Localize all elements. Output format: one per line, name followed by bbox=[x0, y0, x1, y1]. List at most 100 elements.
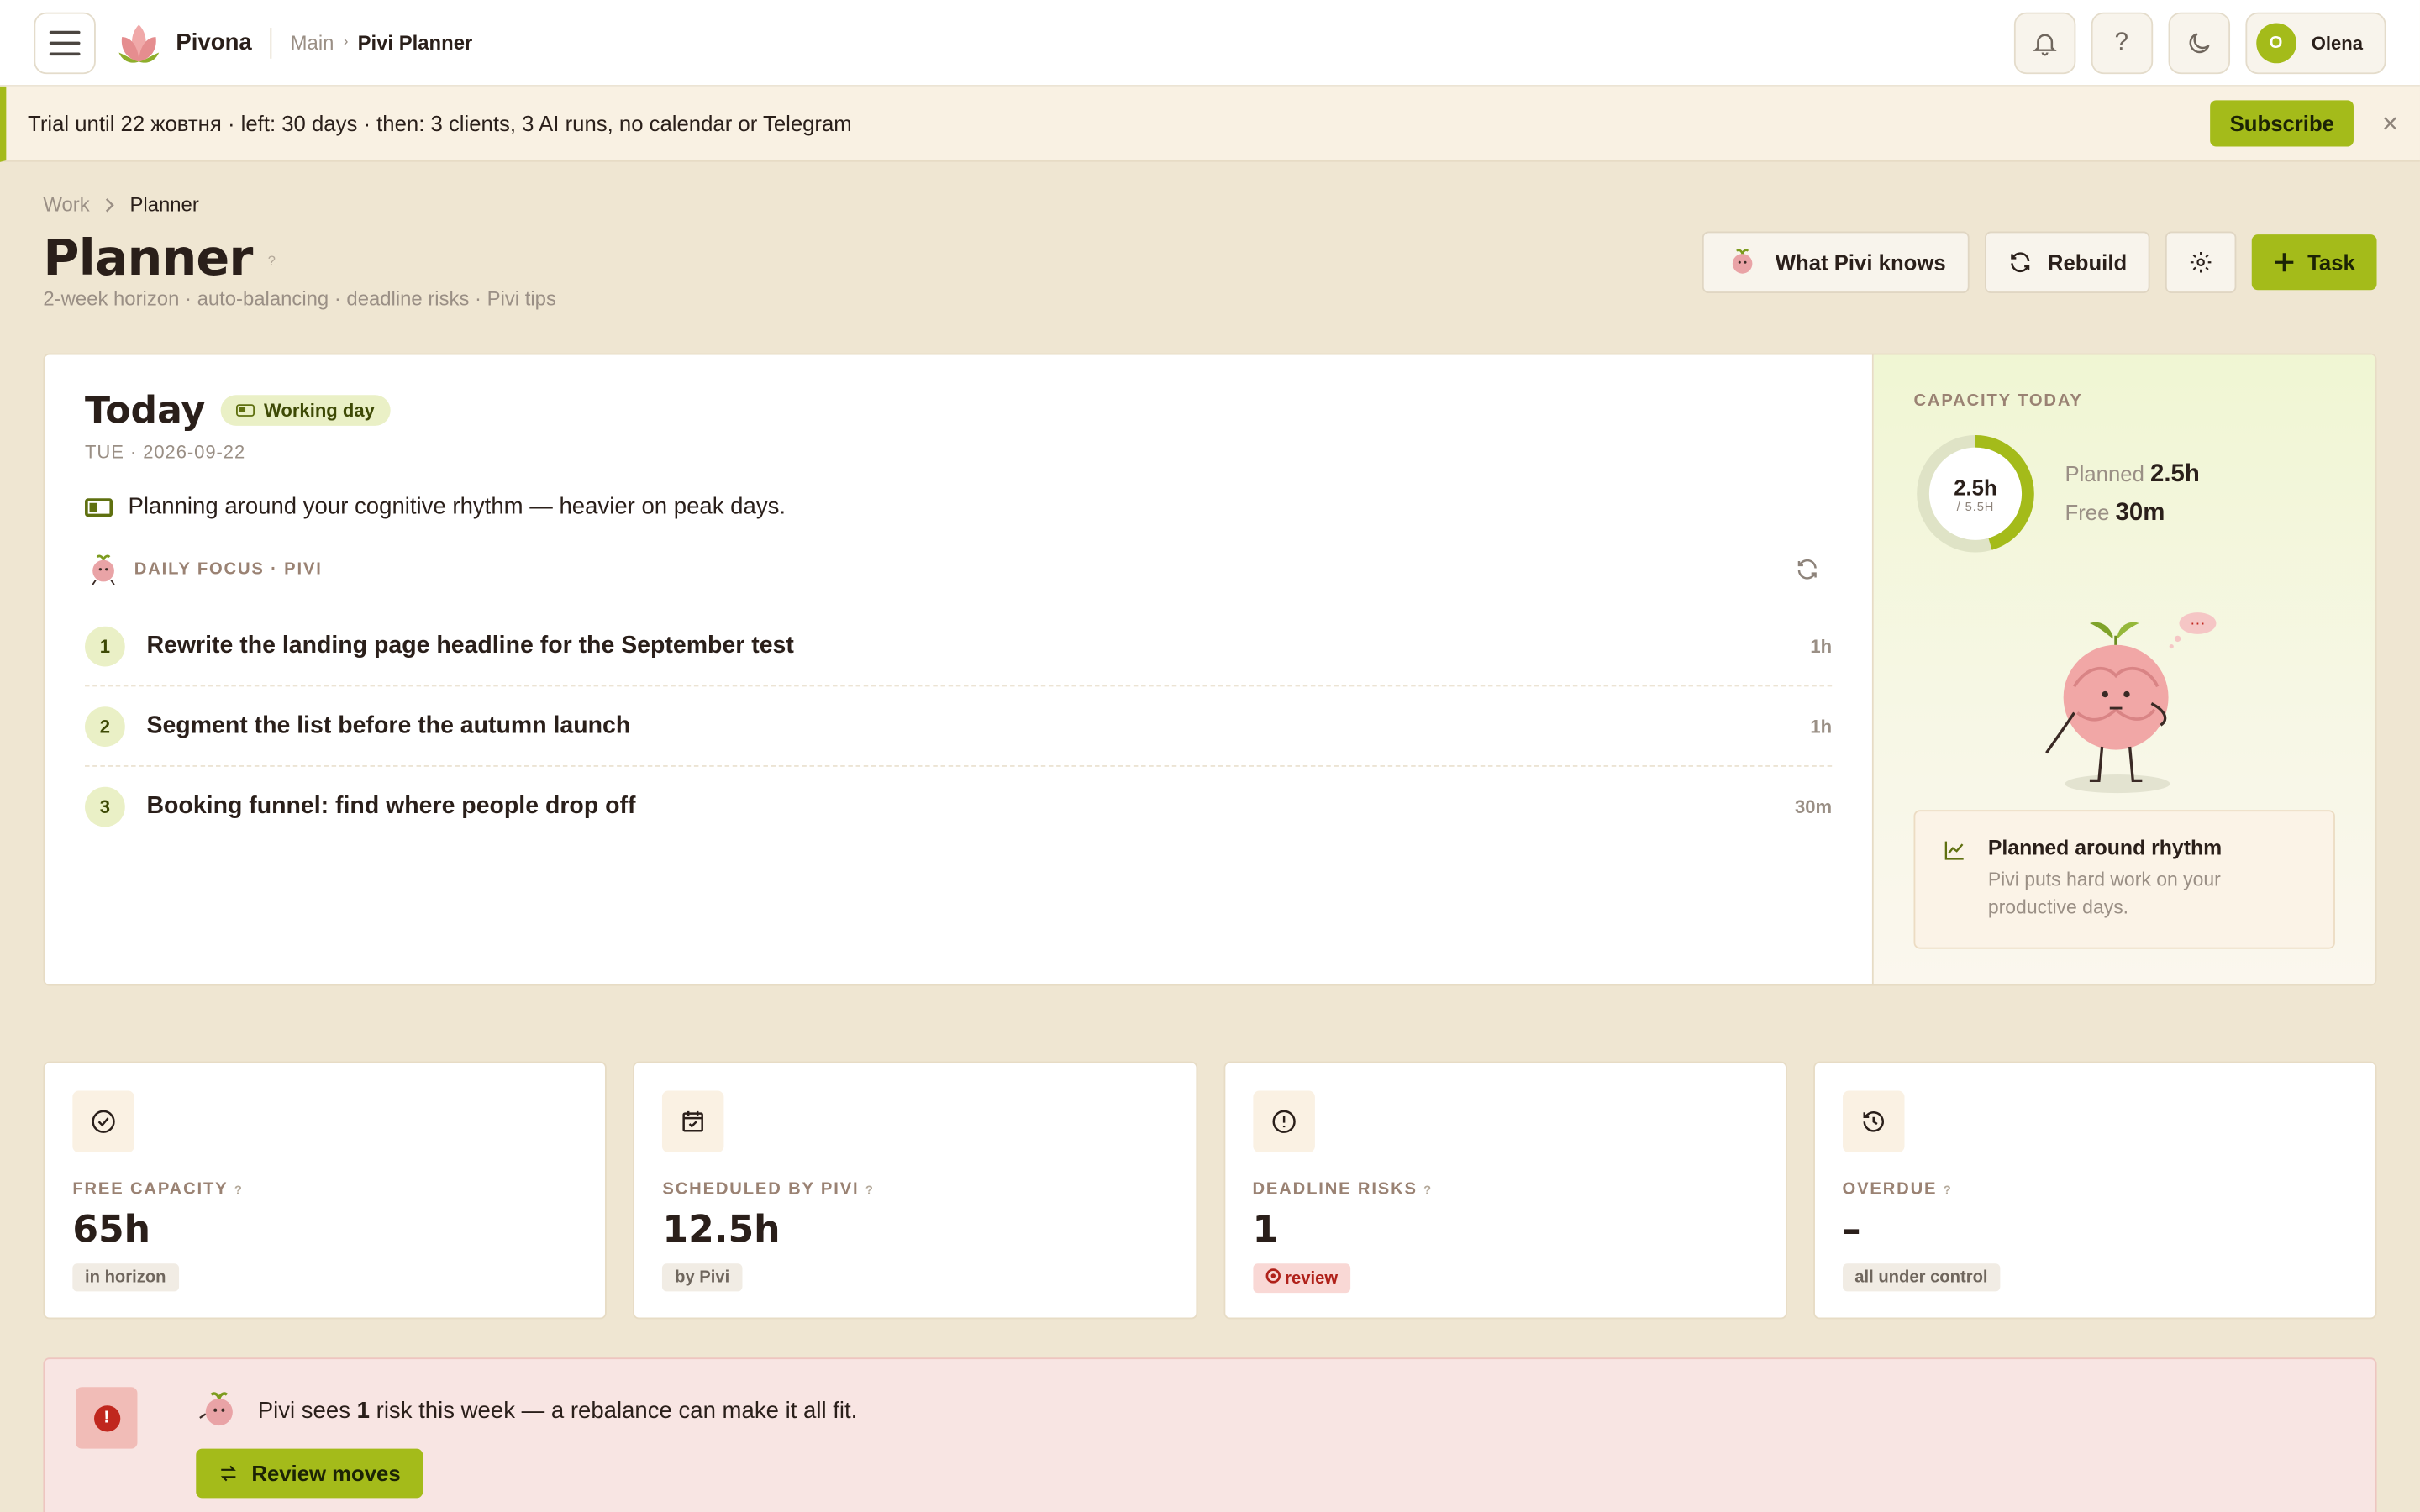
stat-tag: by Pivi bbox=[662, 1263, 742, 1292]
chevron-right-icon: › bbox=[343, 34, 349, 51]
task-number: 1 bbox=[85, 625, 125, 666]
stat-tag-review[interactable]: review bbox=[1252, 1263, 1350, 1294]
task-number: 3 bbox=[85, 786, 125, 827]
user-menu[interactable]: O Olena bbox=[2244, 11, 2386, 74]
help-icon[interactable]: ? bbox=[865, 1184, 875, 1198]
stat-value: 65h bbox=[72, 1208, 151, 1252]
risk-text: Pivi sees 1 risk this week — a rebalance… bbox=[258, 1397, 858, 1423]
task-duration: 30m bbox=[1795, 795, 1833, 818]
rhythm-note: Planning around your cognitive rhythm — … bbox=[85, 494, 1832, 520]
rhythm-note-text: Planning around your cognitive rhythm — … bbox=[128, 493, 786, 520]
trial-banner: Trial until 22 жовтня · left: 30 days · … bbox=[0, 86, 2420, 162]
focus-task[interactable]: 2 Segment the list before the autumn lau… bbox=[85, 686, 1832, 767]
task-duration: 1h bbox=[1810, 634, 1833, 657]
task-number: 2 bbox=[85, 706, 125, 747]
stat-label: FREE CAPACITY? bbox=[72, 1180, 577, 1199]
avatar: O bbox=[2255, 22, 2296, 63]
review-moves-label: Review moves bbox=[251, 1461, 401, 1486]
mascot-bubble: ··· bbox=[2190, 614, 2205, 632]
what-pivi-knows-button[interactable]: What Pivi knows bbox=[1702, 231, 1970, 293]
stat-card-scheduled[interactable]: SCHEDULED BY PIVI? 12.5h by Pivi bbox=[633, 1061, 1197, 1320]
logo[interactable]: Pivona bbox=[114, 18, 252, 67]
top-crumb-main[interactable]: Main bbox=[291, 31, 334, 55]
stat-value: – bbox=[1842, 1208, 1861, 1252]
swap-icon bbox=[220, 1465, 236, 1482]
focus-task[interactable]: 1 Rewrite the landing page headline for … bbox=[85, 606, 1832, 687]
add-task-label: Task bbox=[2307, 249, 2355, 275]
today-panel: Today Working day TUE · 2026-09-22 Plann… bbox=[45, 354, 1872, 984]
top-crumb-current: Pivi Planner bbox=[357, 30, 473, 55]
pivi-mascot-illustration: ··· bbox=[2045, 612, 2217, 794]
title-help-icon[interactable]: ? bbox=[268, 253, 276, 268]
pivi-mascot-icon bbox=[92, 554, 115, 585]
app-root: Pivona Main › Pivi Planner ? O Olena Tri… bbox=[0, 0, 2420, 1512]
rhythm-box-text: Pivi puts hard work on your productive d… bbox=[1987, 869, 2221, 918]
alert-icon: ! bbox=[75, 1387, 138, 1449]
subscribe-button[interactable]: Subscribe bbox=[2209, 100, 2354, 147]
capacity-ring: 2.5h / 5.5H bbox=[1914, 432, 2038, 555]
trial-text: Trial until 22 жовтня · left: 30 days · … bbox=[28, 111, 852, 136]
refresh-icon bbox=[2010, 252, 2029, 273]
task-title: Rewrite the landing page headline for th… bbox=[146, 632, 794, 659]
history-icon bbox=[1842, 1090, 1905, 1153]
theme-toggle-button[interactable] bbox=[2167, 11, 2230, 74]
page-title: Planner bbox=[43, 228, 253, 287]
settings-button[interactable] bbox=[2165, 231, 2237, 293]
rebuild-label: Rebuild bbox=[2047, 249, 2128, 275]
notifications-button[interactable] bbox=[2013, 11, 2075, 74]
plus-icon bbox=[2275, 253, 2294, 272]
breadcrumb: Work Planner bbox=[43, 193, 2376, 217]
add-task-button[interactable]: Task bbox=[2251, 234, 2377, 291]
header-actions: What Pivi knows Rebuild Task bbox=[1702, 231, 2377, 293]
battery-icon bbox=[235, 404, 255, 417]
stat-label: DEADLINE RISKS? bbox=[1252, 1180, 1757, 1199]
today-title: Today bbox=[85, 388, 206, 433]
menu-button[interactable] bbox=[34, 11, 96, 74]
breadcrumb-parent[interactable]: Work bbox=[43, 193, 89, 217]
stat-tag: in horizon bbox=[72, 1263, 179, 1292]
refresh-icon[interactable] bbox=[1795, 557, 1819, 581]
chevron-right-icon bbox=[106, 197, 114, 212]
page-header: Work Planner Planner ? 2-week horizon · … bbox=[0, 162, 2420, 356]
planned-label: Planned bbox=[2065, 461, 2144, 486]
free-value: 30m bbox=[2115, 500, 2165, 527]
battery-icon bbox=[85, 497, 113, 517]
planned-value: 2.5h bbox=[2150, 461, 2200, 488]
stat-cards: FREE CAPACITY? 65h in horizon SCHEDULED … bbox=[43, 1061, 2377, 1320]
help-icon[interactable]: ? bbox=[1944, 1184, 1953, 1198]
stat-label-text: OVERDUE bbox=[1842, 1180, 1938, 1200]
stat-tag-text: review bbox=[1285, 1269, 1339, 1289]
daily-focus-header: DAILY FOCUS · PIVI bbox=[85, 551, 1832, 588]
pivi-mascot-icon bbox=[199, 1392, 233, 1426]
review-moves-button[interactable]: Review moves bbox=[196, 1448, 423, 1499]
top-bar: Pivona Main › Pivi Planner ? O Olena bbox=[0, 0, 2420, 87]
capacity-label: CAPACITY TODAY bbox=[1913, 391, 2083, 411]
stat-card-overdue[interactable]: OVERDUE? – all under control bbox=[1812, 1061, 2377, 1320]
rebuild-button[interactable]: Rebuild bbox=[1984, 231, 2150, 293]
daily-focus-label: DAILY FOCUS · PIVI bbox=[134, 559, 323, 579]
target-icon bbox=[1265, 1268, 1281, 1284]
focus-task[interactable]: 3 Booking funnel: find where people drop… bbox=[85, 767, 1832, 848]
help-icon[interactable]: ? bbox=[1423, 1184, 1433, 1198]
stat-label-text: SCHEDULED BY PIVI bbox=[662, 1180, 860, 1200]
stat-card-free-capacity[interactable]: FREE CAPACITY? 65h in horizon bbox=[43, 1061, 608, 1320]
task-title: Segment the list before the autumn launc… bbox=[146, 711, 631, 738]
calendar-check-icon bbox=[662, 1090, 724, 1153]
help-icon[interactable]: ? bbox=[234, 1184, 244, 1198]
ring-sub-value: / 5.5H bbox=[1956, 499, 1995, 513]
breadcrumb-current: Planner bbox=[129, 192, 199, 217]
capacity-row: 2.5h / 5.5H Planned 2.5h Free 30m bbox=[1914, 432, 2335, 555]
alert-dot: ! bbox=[93, 1404, 120, 1431]
risk-prefix: Pivi sees bbox=[257, 1397, 350, 1424]
stat-value: 12.5h bbox=[662, 1208, 781, 1252]
stat-card-deadline-risks[interactable]: DEADLINE RISKS? 1 review bbox=[1223, 1061, 1787, 1320]
planned-row: Planned 2.5h bbox=[2065, 455, 2200, 494]
hamburger-line bbox=[49, 51, 81, 55]
close-icon[interactable]: × bbox=[2382, 108, 2398, 140]
free-row: Free 30m bbox=[2065, 494, 2200, 533]
help-button[interactable]: ? bbox=[2091, 11, 2153, 74]
today-header: Today Working day bbox=[85, 389, 1832, 432]
risk-suffix: risk this week — a rebalance can make it… bbox=[376, 1397, 858, 1424]
free-label: Free bbox=[2065, 500, 2110, 525]
stat-tag: all under control bbox=[1842, 1263, 2001, 1292]
